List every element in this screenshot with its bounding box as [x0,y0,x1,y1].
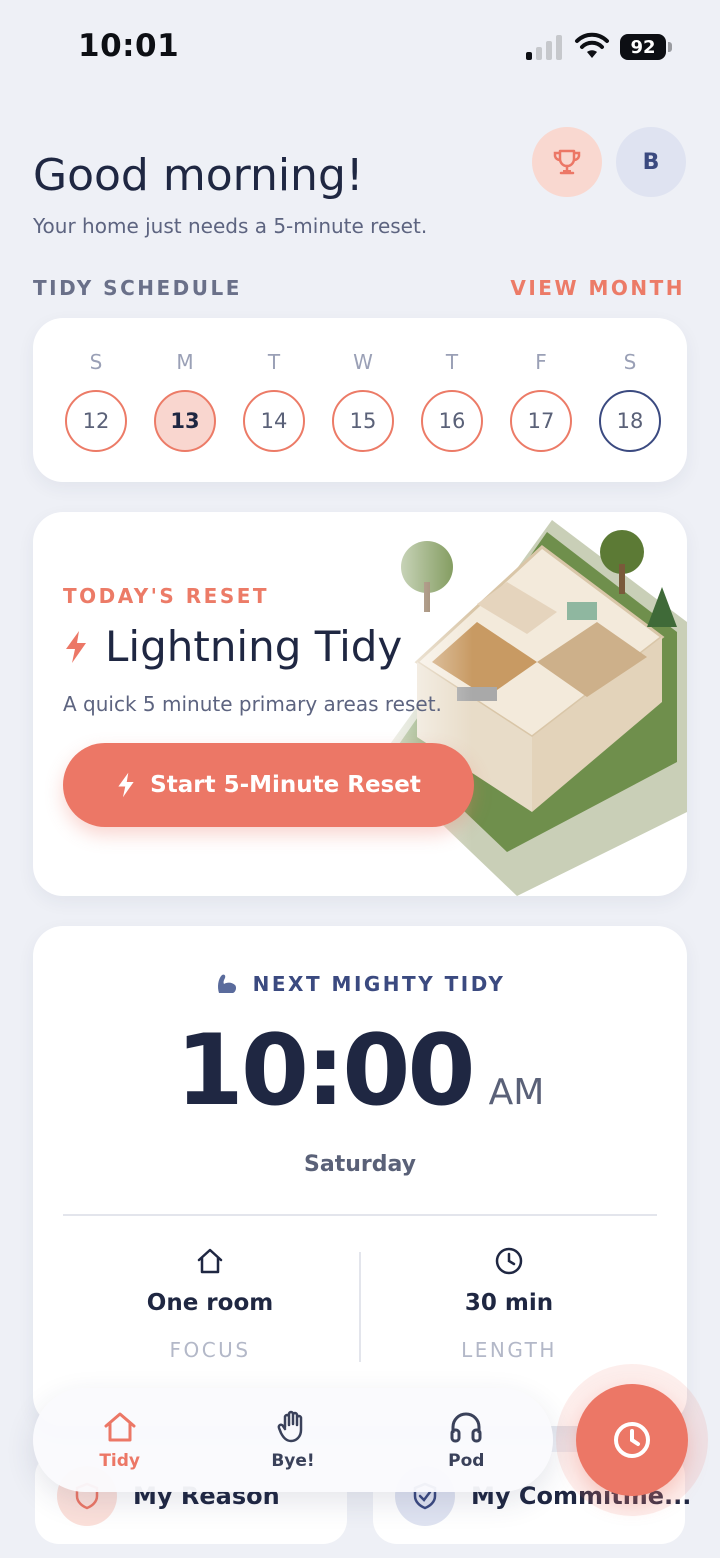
divider [63,1214,657,1216]
day-tuesday[interactable]: T 14 [241,350,307,452]
next-tidy-time: 10:00 AM [33,1014,687,1128]
day-letter: F [535,350,547,374]
battery-level: 92 [620,34,666,60]
schedule-label: TIDY SCHEDULE [33,276,242,300]
day-letter: W [353,350,373,374]
day-sunday[interactable]: S 12 [63,350,129,452]
day-number-today: 13 [154,390,216,452]
start-reset-label: Start 5-Minute Reset [150,772,421,798]
day-wednesday[interactable]: W 15 [330,350,396,452]
next-tidy-card[interactable]: NEXT MIGHTY TIDY 10:00 AM Saturday One r… [33,926,687,1426]
today-reset-label: TODAY'S RESET [63,584,270,608]
day-number-scheduled: 18 [599,390,661,452]
day-letter: T [445,350,459,374]
view-month-link[interactable]: VIEW MONTH [510,276,685,300]
greeting-subtitle: Your home just needs a 5-minute reset. [33,214,428,238]
avatar[interactable]: B [616,127,686,197]
next-tidy-label: NEXT MIGHTY TIDY [252,972,506,996]
day-number: 15 [332,390,394,452]
waving-hand-icon [277,1410,303,1443]
day-friday[interactable]: F 17 [508,350,574,452]
today-reset-title: Lightning Tidy [63,622,402,671]
status-time: 10:01 [78,28,180,64]
day-letter: S [89,350,103,374]
day-number: 17 [510,390,572,452]
tab-tidy[interactable]: Tidy [60,1409,180,1471]
day-letter: M [176,350,194,374]
length-value: 30 min [464,1290,554,1316]
week-strip: S 12 M 13 T 14 W 15 T 16 F 17 S 18 [63,350,663,452]
today-reset-title-text: Lightning Tidy [105,622,403,671]
next-tidy-header: NEXT MIGHTY TIDY [33,972,687,996]
lightning-icon [66,630,86,663]
flexed-arm-icon [217,974,236,993]
day-number: 12 [65,390,127,452]
next-tidy-ampm: AM [488,1072,545,1113]
tab-bye[interactable]: Bye! [233,1409,353,1471]
day-letter: T [267,350,281,374]
headphones-icon [450,1412,482,1443]
tab-label: Tidy [99,1451,140,1471]
next-tidy-day: Saturday [304,1152,416,1177]
day-number: 14 [243,390,305,452]
today-reset-card: TODAY'S RESET Lightning Tidy A quick 5 m… [33,512,687,896]
tab-bar: Tidy Bye! Pod [33,1388,553,1492]
battery-icon: 92 [620,34,672,60]
length-label: LENGTH [461,1338,557,1362]
tab-label: Pod [448,1451,485,1471]
schedule-card: S 12 M 13 T 14 W 15 T 16 F 17 S 18 [33,318,687,482]
tab-pod[interactable]: Pod [406,1409,526,1471]
greeting: Good morning! [33,150,364,201]
start-reset-button[interactable]: Start 5-Minute Reset [63,743,474,827]
day-thursday[interactable]: T 16 [419,350,485,452]
length-stat: 30 min LENGTH [359,1246,659,1362]
lightning-icon [118,772,134,798]
timer-button[interactable] [576,1384,688,1496]
trophy-button[interactable] [532,127,602,197]
day-saturday[interactable]: S 18 [597,350,663,452]
clock-icon [495,1247,523,1275]
next-tidy-clock: 10:00 [175,1014,476,1128]
trophy-icon [553,149,581,175]
focus-value: One room [146,1290,274,1316]
wifi-icon [575,32,609,58]
today-reset-description: A quick 5 minute primary areas reset. [63,692,442,716]
day-letter: S [623,350,637,374]
signal-icon [526,34,564,60]
clock-icon [614,1422,650,1458]
home-icon [197,1248,223,1274]
home-icon [104,1412,136,1442]
focus-label: FOCUS [169,1338,251,1362]
day-number: 16 [421,390,483,452]
tab-label: Bye! [271,1451,315,1471]
focus-stat: One room FOCUS [60,1246,360,1362]
day-monday[interactable]: M 13 [152,350,218,452]
